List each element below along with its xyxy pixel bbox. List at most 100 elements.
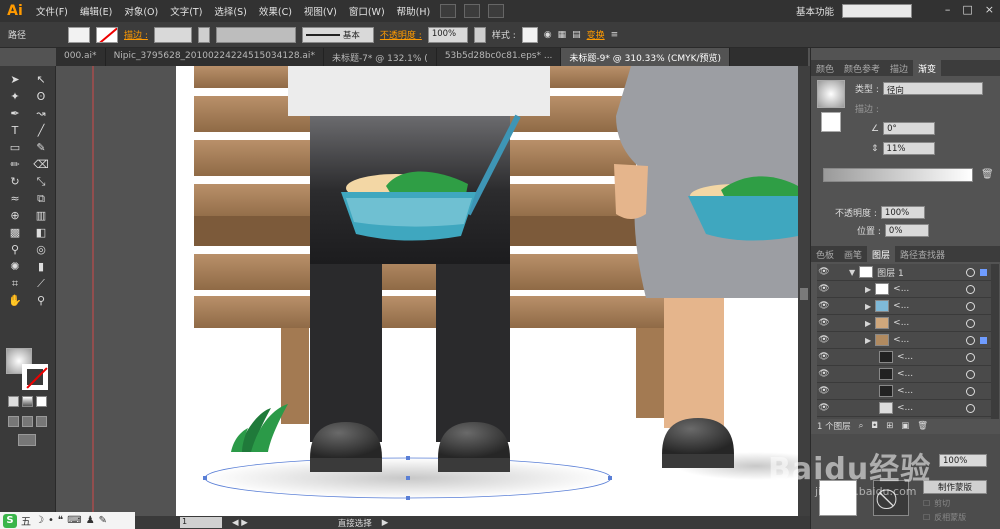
new-layer-icon[interactable]: ▣ <box>901 421 909 431</box>
layer-row[interactable]: 👁 ▶ <... <box>817 332 999 349</box>
warp-tool-icon[interactable]: ≈ <box>4 191 26 207</box>
layer-row[interactable]: 👁 <... <box>817 349 999 366</box>
tab-layers[interactable]: 图层 <box>867 246 896 262</box>
menu-help[interactable]: 帮助(H) <box>391 4 437 18</box>
tab-doc-3[interactable]: 未标题-7* @ 132.1% ( <box>324 48 437 66</box>
fill-swatch[interactable] <box>68 26 91 43</box>
symbol-sprayer-tool-icon[interactable]: ✺ <box>4 259 26 275</box>
draw-inside-icon[interactable] <box>36 416 47 427</box>
target-icon[interactable] <box>966 352 975 362</box>
slice-tool-icon[interactable]: ⟋ <box>30 276 52 292</box>
column-graph-tool-icon[interactable]: ▮ <box>30 259 52 275</box>
stroke-swatch[interactable] <box>96 26 119 43</box>
target-icon[interactable] <box>966 335 975 345</box>
blend-tool-icon[interactable]: ◎ <box>30 242 52 258</box>
stroke-weight-field[interactable] <box>153 26 192 43</box>
menu-view[interactable]: 视图(V) <box>298 4 343 18</box>
fill-stroke-widget[interactable] <box>6 348 50 392</box>
stop-location-field[interactable]: 0% <box>884 224 929 237</box>
layer-name[interactable]: 图层 1 <box>877 266 904 279</box>
variable-width-field[interactable] <box>215 26 296 43</box>
stroke-weight-dropdown[interactable] <box>197 26 210 43</box>
opacity-dropdown[interactable] <box>473 26 486 43</box>
menu-select[interactable]: 选择(S) <box>208 4 252 18</box>
menu-object[interactable]: 对象(O) <box>118 4 164 18</box>
target-icon[interactable] <box>966 301 975 311</box>
ime-skin-icon[interactable]: ♟ <box>86 515 95 526</box>
tab-color[interactable]: 颜色 <box>811 60 839 76</box>
tab-gradient[interactable]: 渐变 <box>913 60 942 76</box>
eyedropper-tool-icon[interactable]: ⚲ <box>4 242 26 258</box>
sublayer-name[interactable]: <... <box>897 386 913 396</box>
make-clipping-mask-icon[interactable]: ◘ <box>871 421 878 431</box>
tab-swatches[interactable]: 色板 <box>811 246 839 262</box>
expand-icon[interactable]: ▶ <box>865 285 871 294</box>
direct-selection-tool-icon[interactable]: ↖ <box>30 72 52 88</box>
pen-tool-icon[interactable]: ✒ <box>4 106 26 122</box>
recolor-icon[interactable]: ◉ <box>544 30 552 40</box>
delete-layer-icon[interactable]: 🗑 <box>917 421 928 431</box>
workspace-switcher[interactable]: 基本功能 <box>796 4 834 18</box>
scale-tool-icon[interactable]: ⤡ <box>30 174 52 190</box>
tab-doc-5[interactable]: 未标题-9* @ 310.33% (CMYK/预览) <box>561 48 731 66</box>
expand-icon[interactable]: ▶ <box>865 336 871 345</box>
target-icon[interactable] <box>966 369 975 379</box>
none-mode-icon[interactable] <box>36 396 47 407</box>
stroke-color-icon[interactable] <box>22 364 48 390</box>
help-search-input[interactable] <box>842 4 912 18</box>
lasso-tool-icon[interactable]: ʘ <box>30 89 52 105</box>
vertical-scroll-thumb[interactable] <box>800 288 808 300</box>
layer-row[interactable]: 👁 ▼ 图层 1 <box>817 264 999 281</box>
selection-indicator[interactable] <box>980 336 987 344</box>
menu-effect[interactable]: 效果(C) <box>253 4 298 18</box>
stroke-label[interactable]: 描边 : <box>124 28 148 41</box>
target-icon[interactable] <box>966 284 975 294</box>
paintbrush-tool-icon[interactable]: ✎ <box>30 140 52 156</box>
screen-mode-icon[interactable] <box>18 434 36 446</box>
new-sublayer-icon[interactable]: ⊞ <box>886 421 893 431</box>
sublayer-name[interactable]: <... <box>893 301 909 311</box>
target-icon[interactable] <box>966 386 975 396</box>
type-tool-icon[interactable]: T <box>4 123 26 139</box>
pencil-tool-icon[interactable]: ✏ <box>4 157 26 173</box>
align-icon-2[interactable]: ▤ <box>572 30 581 40</box>
opacity-field[interactable]: 100% <box>427 26 468 43</box>
clip-checkbox[interactable]: ☐ <box>923 499 930 508</box>
sublayer-name[interactable]: <... <box>897 352 913 362</box>
bridge-icon[interactable] <box>440 4 457 18</box>
tab-doc-1[interactable]: 000.ai* <box>56 48 106 66</box>
shape-builder-tool-icon[interactable]: ⊕ <box>4 208 26 224</box>
opacity-label[interactable]: 不透明度 : <box>380 28 422 41</box>
ime-keyboard-icon[interactable]: ⌨ <box>67 515 81 526</box>
align-icon[interactable]: ▦ <box>558 30 567 40</box>
maximize-icon[interactable]: □ <box>962 3 972 16</box>
ime-moon-icon[interactable]: ☽ <box>35 515 44 526</box>
canvas[interactable] <box>56 66 798 516</box>
eye-icon[interactable]: 👁 <box>817 369 831 379</box>
eye-icon[interactable]: 👁 <box>817 267 831 277</box>
layers-scrollbar[interactable] <box>991 264 999 419</box>
delete-stop-icon[interactable]: 🗑 <box>981 169 994 180</box>
transparency-opacity-field[interactable]: 100% <box>939 454 987 467</box>
artboard-nav-icon[interactable]: ◀ ▶ <box>232 518 248 528</box>
eraser-tool-icon[interactable]: ⌫ <box>30 157 52 173</box>
menu-window[interactable]: 窗口(W) <box>343 4 391 18</box>
layer-row[interactable]: 👁 <... <box>817 366 999 383</box>
layer-row[interactable]: 👁 ▶ <... <box>817 315 999 332</box>
layer-row[interactable]: 👁 ▶ <... <box>817 298 999 315</box>
ime-punct-icon[interactable]: ❝ <box>58 515 63 526</box>
sublayer-name[interactable]: <... <box>897 403 913 413</box>
gradient-stroke-swatch[interactable] <box>821 112 841 132</box>
status-arrow-icon[interactable]: ▶ <box>382 518 389 528</box>
sublayer-name[interactable]: <... <box>893 335 909 345</box>
locate-object-icon[interactable]: ⌕ <box>859 421 864 431</box>
invert-mask-checkbox[interactable]: ☐ <box>923 513 930 522</box>
eye-icon[interactable]: 👁 <box>817 335 831 345</box>
ime-mode-label[interactable]: 五 <box>21 513 31 528</box>
expand-icon[interactable]: ▶ <box>865 302 871 311</box>
layer-row[interactable]: 👁 <... <box>817 400 999 417</box>
rotate-tool-icon[interactable]: ↻ <box>4 174 26 190</box>
sublayer-name[interactable]: <... <box>893 284 909 294</box>
gradient-type-select[interactable]: 径向 <box>882 82 983 96</box>
target-icon[interactable] <box>966 267 975 277</box>
